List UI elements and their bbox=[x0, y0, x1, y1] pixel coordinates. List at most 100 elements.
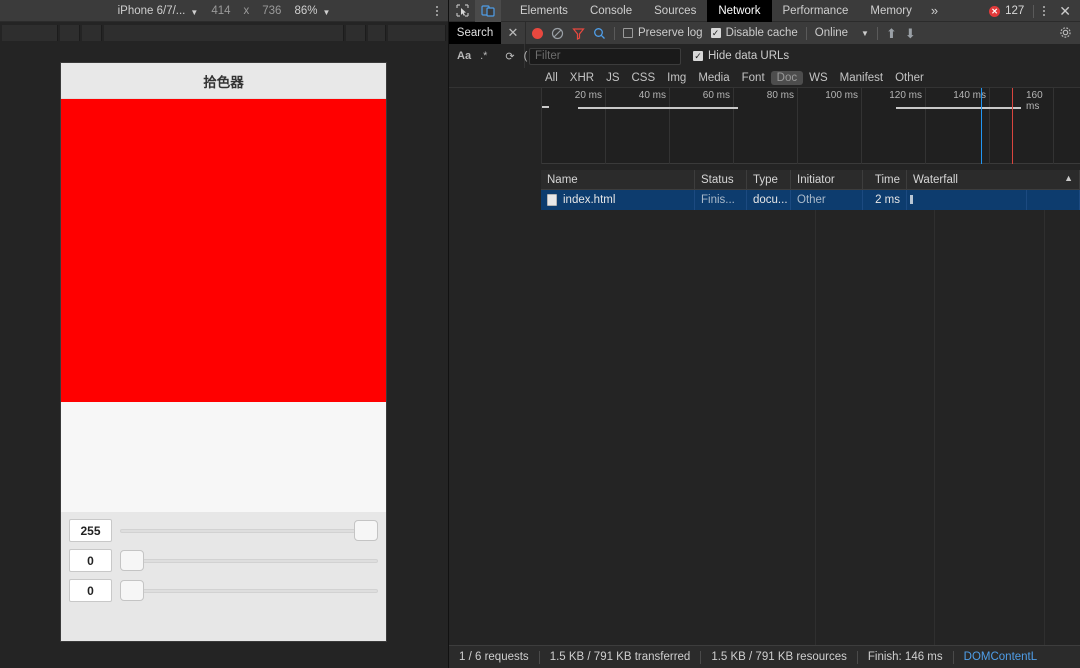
cell-time: 2 ms bbox=[863, 190, 907, 210]
blue-slider-track bbox=[120, 589, 378, 593]
column-header-initiator[interactable]: Initiator bbox=[791, 169, 863, 190]
filter-ws[interactable]: WS bbox=[803, 71, 834, 85]
resource-type-filters: All XHR JS CSS Img Media Font Doc WS Man… bbox=[449, 68, 1080, 88]
devtools-tab-list: Elements Console Sources Network Perform… bbox=[509, 0, 946, 22]
device-width-input[interactable]: 414 bbox=[211, 5, 230, 17]
filter-img[interactable]: Img bbox=[661, 71, 692, 85]
preserve-log-label: Preserve log bbox=[638, 27, 703, 39]
blue-value-input[interactable]: 0 bbox=[69, 579, 112, 602]
filter-manifest[interactable]: Manifest bbox=[834, 71, 889, 85]
column-header-status[interactable]: Status bbox=[695, 169, 747, 190]
tab-network[interactable]: Network bbox=[707, 0, 772, 22]
red-value-input[interactable]: 255 bbox=[69, 519, 112, 542]
blank-content-area bbox=[61, 402, 386, 512]
filter-all[interactable]: All bbox=[539, 71, 564, 85]
match-case-button[interactable]: Aa bbox=[457, 50, 471, 62]
green-value-input[interactable]: 0 bbox=[69, 549, 112, 572]
hide-data-urls-checkbox[interactable]: ✓ Hide data URLs bbox=[693, 50, 789, 62]
red-slider-thumb[interactable] bbox=[354, 520, 378, 541]
devtools-tabbar-right: ✕ 127 ✕ bbox=[989, 0, 1076, 22]
blue-slider[interactable] bbox=[120, 579, 378, 602]
device-ruler-strip bbox=[0, 23, 448, 42]
tab-sources[interactable]: Sources bbox=[643, 0, 707, 22]
column-header-waterfall[interactable]: Waterfall ▲ bbox=[907, 169, 1080, 190]
transferred-size: 1.5 KB / 791 KB transferred bbox=[549, 651, 691, 663]
network-filter-area: Filter ✓ Hide data URLs bbox=[525, 44, 1080, 68]
devtools-tabbar: Elements Console Sources Network Perform… bbox=[449, 0, 1080, 22]
dom-content-loaded-time: DOMContentL bbox=[963, 651, 1038, 663]
cell-name[interactable]: index.html bbox=[541, 190, 695, 210]
network-requests-table: Name Status Type Initiator Time Waterfal… bbox=[541, 169, 1080, 645]
column-header-name[interactable]: Name bbox=[541, 169, 695, 190]
tab-elements[interactable]: Elements bbox=[509, 0, 579, 22]
filter-icon[interactable] bbox=[572, 27, 585, 40]
device-toolbar-menu-button[interactable] bbox=[436, 0, 438, 22]
search-icon[interactable] bbox=[593, 27, 606, 40]
rgb-slider-group: 255 0 0 bbox=[61, 512, 386, 641]
timeline-tick-80ms: 80 ms bbox=[766, 90, 794, 101]
devtools-main-menu-button[interactable] bbox=[1043, 6, 1046, 16]
table-header-row: Name Status Type Initiator Time Waterfal… bbox=[541, 169, 1080, 190]
cell-type: docu... bbox=[747, 190, 791, 210]
filter-css[interactable]: CSS bbox=[625, 71, 661, 85]
resources-size: 1.5 KB / 791 KB resources bbox=[711, 651, 847, 663]
inspect-element-button[interactable] bbox=[449, 0, 475, 22]
request-bar-late bbox=[896, 107, 1021, 109]
tab-performance[interactable]: Performance bbox=[772, 0, 860, 22]
tab-console[interactable]: Console bbox=[579, 0, 643, 22]
filter-js[interactable]: JS bbox=[600, 71, 625, 85]
blue-slider-thumb[interactable] bbox=[120, 580, 144, 601]
more-tabs-button[interactable]: » bbox=[923, 0, 946, 22]
green-slider[interactable] bbox=[120, 549, 378, 572]
search-drawer-tab[interactable]: Search bbox=[449, 22, 501, 44]
device-height-input[interactable]: 736 bbox=[262, 5, 281, 17]
kebab-menu-icon bbox=[436, 6, 438, 16]
emulated-viewport[interactable]: 拾色器 255 0 0 bbox=[60, 62, 387, 642]
red-slider[interactable] bbox=[120, 519, 378, 542]
request-name-label: index.html bbox=[563, 194, 616, 206]
record-network-button[interactable] bbox=[532, 27, 543, 39]
timeline-tick-40ms: 40 ms bbox=[638, 90, 666, 101]
filter-input[interactable]: Filter bbox=[529, 47, 681, 65]
disable-cache-checkbox[interactable]: ✓ Disable cache bbox=[710, 27, 798, 39]
network-timeline-overview[interactable]: 20 ms 40 ms 60 ms 80 ms 100 ms 120 ms 14… bbox=[541, 88, 1080, 164]
search-options: Aa .* ⟳ ( bbox=[449, 44, 527, 68]
clear-network-icon[interactable] bbox=[551, 27, 564, 40]
filter-doc[interactable]: Doc bbox=[770, 70, 804, 85]
export-har-icon[interactable]: ⬇ bbox=[905, 27, 916, 40]
import-har-icon[interactable]: ⬆ bbox=[886, 27, 897, 40]
zoom-selector[interactable]: 86% ▼ bbox=[294, 5, 330, 17]
regex-button[interactable]: .* bbox=[480, 50, 487, 62]
device-emulation-toolbar: iPhone 6/7/... ▼ 414 x 736 86% ▼ bbox=[0, 0, 448, 22]
close-devtools-button[interactable]: ✕ bbox=[1054, 4, 1076, 18]
gear-icon[interactable] bbox=[1059, 26, 1072, 42]
error-count-badge[interactable]: ✕ 127 bbox=[989, 5, 1024, 17]
table-row[interactable]: index.html Finis... docu... Other 2 ms bbox=[541, 190, 1080, 210]
request-bar-initial bbox=[542, 106, 549, 108]
network-status-bar: 1 / 6 requests 1.5 KB / 791 KB transferr… bbox=[449, 645, 1080, 668]
timeline-tick-160ms: 160 ms bbox=[1026, 90, 1043, 112]
zoom-level-label: 86% bbox=[294, 5, 318, 17]
tab-memory[interactable]: Memory bbox=[859, 0, 923, 22]
filter-font[interactable]: Font bbox=[736, 71, 771, 85]
filter-media[interactable]: Media bbox=[692, 71, 735, 85]
filter-other[interactable]: Other bbox=[889, 71, 930, 85]
green-slider-thumb[interactable] bbox=[120, 550, 144, 571]
throttling-selector[interactable]: Online ▼ bbox=[815, 27, 869, 39]
preserve-log-checkbox[interactable]: Preserve log bbox=[623, 27, 703, 39]
checkbox-box-checked: ✓ bbox=[693, 50, 703, 61]
toggle-device-toolbar-button[interactable] bbox=[475, 0, 501, 22]
network-toolbar: Preserve log ✓ Disable cache Online ▼ ⬆ … bbox=[525, 22, 1080, 44]
timeline-tick-140ms: 140 ms bbox=[953, 90, 986, 101]
refresh-search-button[interactable]: ⟳ bbox=[505, 50, 514, 63]
close-search-button[interactable]: ✕ bbox=[501, 22, 525, 44]
filter-xhr[interactable]: XHR bbox=[564, 71, 600, 85]
document-icon bbox=[547, 194, 557, 206]
column-header-time[interactable]: Time bbox=[863, 169, 907, 190]
column-header-type[interactable]: Type bbox=[747, 169, 791, 190]
inspect-element-icon bbox=[455, 4, 469, 17]
page-title: 拾色器 bbox=[61, 63, 386, 99]
device-selector[interactable]: iPhone 6/7/... ▼ bbox=[118, 5, 199, 17]
color-swatch-preview bbox=[61, 99, 386, 402]
error-count-label: 127 bbox=[1005, 5, 1025, 17]
